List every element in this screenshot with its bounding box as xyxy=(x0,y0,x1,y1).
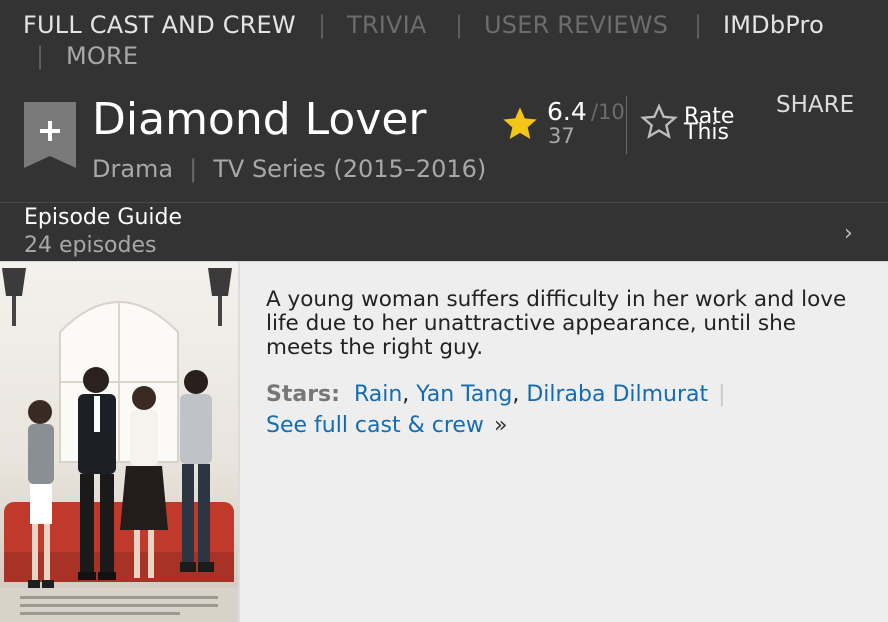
overview-section: A young woman suffers difficulty in her … xyxy=(0,261,888,622)
star-link[interactable]: Yan Tang xyxy=(416,382,512,407)
nav-user-reviews-link[interactable]: USER REVIEWS xyxy=(484,13,668,37)
vote-count[interactable]: 37 xyxy=(548,126,575,147)
stars-separator: | xyxy=(718,382,726,407)
rating-value: 6.4 xyxy=(547,97,587,126)
nav-separator: | xyxy=(694,11,703,39)
top-nav: FULL CAST AND CREW | TRIVIA | USER REVIE… xyxy=(0,0,888,82)
episode-guide-row[interactable]: Episode Guide 24 episodes › xyxy=(0,202,888,261)
poster-artwork xyxy=(0,262,238,622)
nav-full-cast-link[interactable]: FULL CAST AND CREW xyxy=(23,13,296,37)
rate-this-label-line2[interactable]: This xyxy=(684,122,729,144)
nav-separator: | xyxy=(318,11,327,39)
rate-star-outline-icon[interactable] xyxy=(639,102,679,142)
stars-line: Stars: Rain, Yan Tang, Dilraba Dilmurat | xyxy=(266,384,726,406)
nav-trivia-link[interactable]: TRIVIA xyxy=(347,13,427,37)
nav-more-link[interactable]: MORE xyxy=(66,44,138,68)
title-block: Diamond Lover Drama | TV Series (2015–2016… xyxy=(0,82,888,202)
comma: , xyxy=(402,382,410,407)
nav-separator: | xyxy=(455,11,464,39)
see-full-cast-link[interactable]: See full cast & crew » xyxy=(266,415,507,437)
episode-count: 24 episodes xyxy=(24,233,157,258)
watchlist-add-button[interactable] xyxy=(24,102,76,168)
star-link[interactable]: Rain xyxy=(354,382,402,407)
page-title: Diamond Lover xyxy=(92,94,427,145)
plot-summary: A young woman suffers difficulty in her … xyxy=(266,287,847,360)
episode-guide-title: Episode Guide xyxy=(24,205,182,230)
nav-imdbpro-link[interactable]: IMDbPro xyxy=(723,13,824,37)
title-meta: Drama | TV Series (2015–2016) xyxy=(92,157,486,181)
star-link[interactable]: Dilraba Dilmurat xyxy=(526,382,708,407)
rating-divider xyxy=(626,96,627,154)
stars-label: Stars: xyxy=(266,382,340,407)
genre-link[interactable]: Drama xyxy=(92,155,173,183)
chevron-right-icon: › xyxy=(844,221,853,246)
comma: , xyxy=(512,382,520,407)
nav-separator: | xyxy=(36,42,45,70)
plus-ribbon-icon xyxy=(24,102,76,168)
meta-separator: | xyxy=(189,155,198,183)
poster-image[interactable] xyxy=(0,262,238,622)
raquo-icon: » xyxy=(493,413,508,438)
series-type-link[interactable]: TV Series (2015–2016) xyxy=(213,155,486,183)
see-full-cast-label[interactable]: See full cast & crew xyxy=(266,413,484,438)
poster-divider xyxy=(238,262,240,622)
share-button[interactable]: SHARE xyxy=(776,94,854,117)
rating-star-icon xyxy=(503,107,537,139)
rating-max: /10 xyxy=(591,100,625,124)
